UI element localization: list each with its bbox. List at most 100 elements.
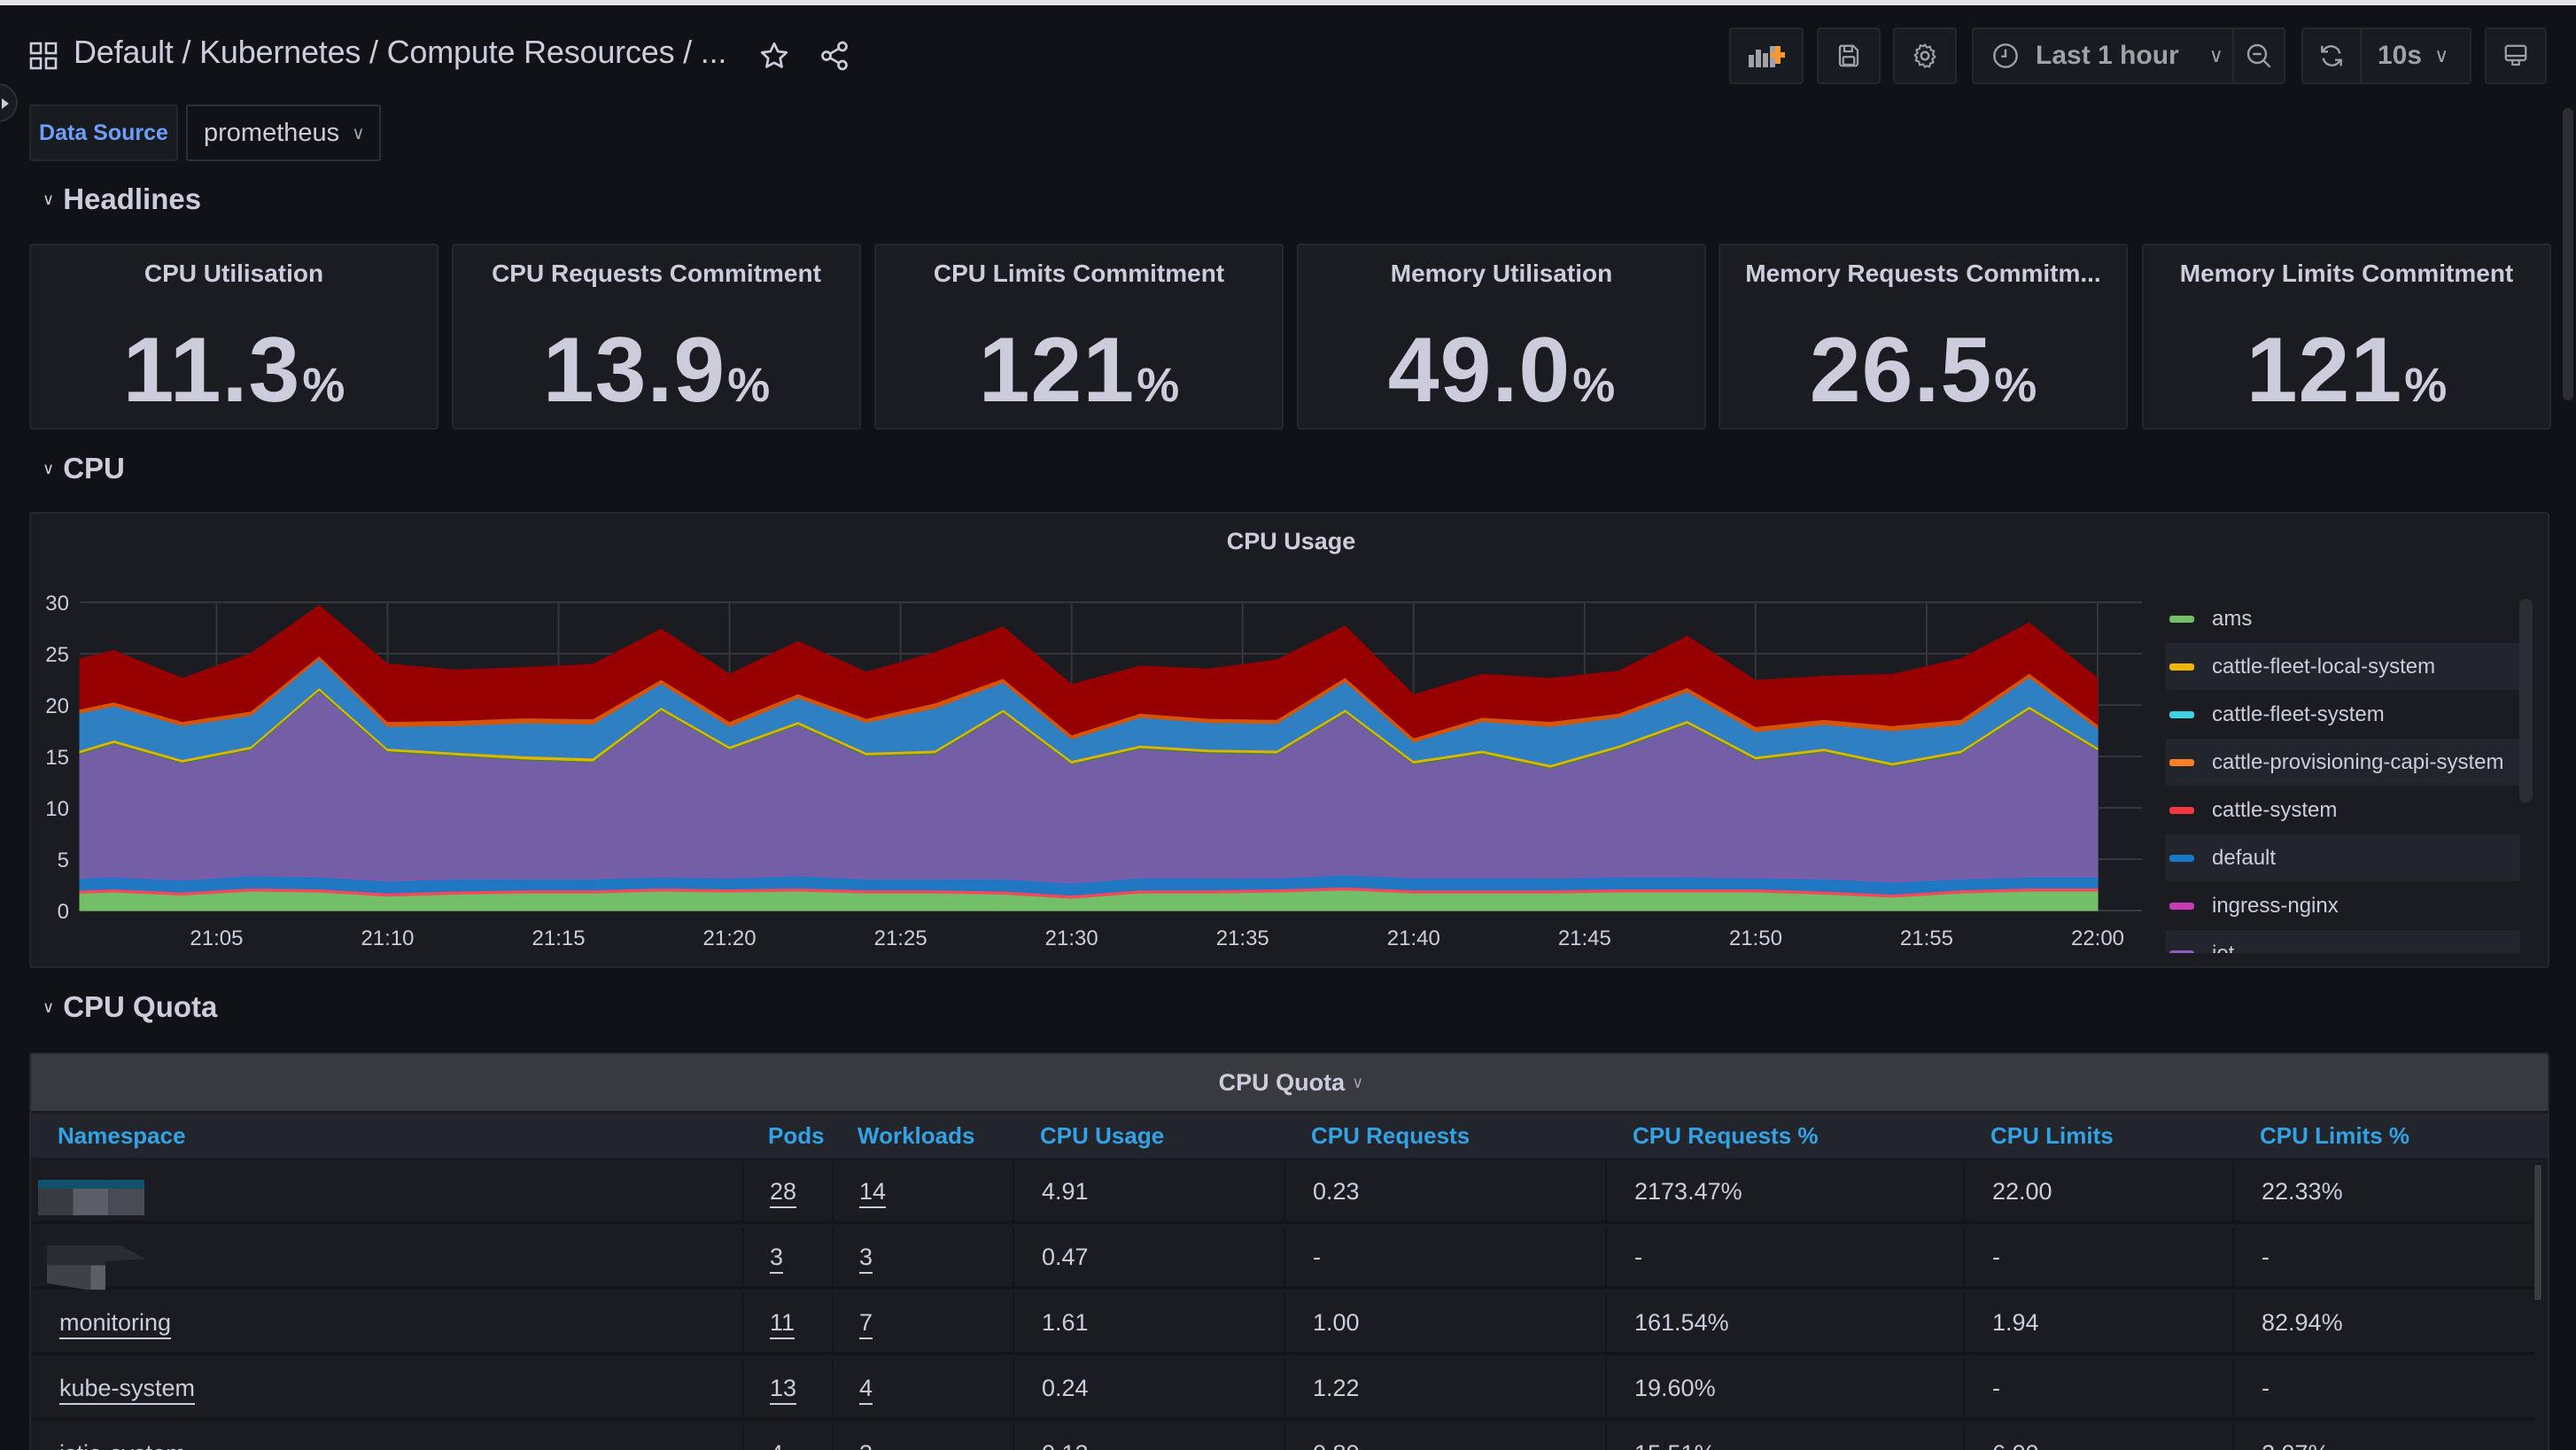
- y-tick-label: 30: [45, 592, 69, 616]
- x-tick-label: 21:50: [1729, 927, 1782, 950]
- column-divider: [832, 1162, 834, 1224]
- column-divider: [1605, 1228, 1607, 1290]
- cell-namespace[interactable]: istio-system: [59, 1440, 186, 1450]
- legend-label: ams: [2212, 606, 2253, 631]
- column-divider: [1013, 1424, 1014, 1450]
- x-tick-label: 21:30: [1045, 927, 1098, 950]
- column-divider: [1963, 1293, 1965, 1355]
- table-row: kube-system 13 4 0.24 1.22 19.60% - -: [31, 1359, 2534, 1421]
- column-divider: [1605, 1424, 1607, 1450]
- column-divider: [742, 1359, 744, 1421]
- cell-cpu-usage: 1.61: [1042, 1309, 1089, 1336]
- column-divider: [742, 1162, 744, 1224]
- y-tick-label: 10: [45, 797, 69, 821]
- cell-namespace[interactable]: monitoring: [59, 1309, 171, 1337]
- cell-workloads[interactable]: 3: [859, 1440, 873, 1450]
- column-divider: [2232, 1162, 2234, 1224]
- chevron-down-icon: ∨: [43, 997, 55, 1016]
- cell-cpu-requests: 0.80: [1313, 1440, 1360, 1450]
- column-divider: [832, 1424, 834, 1450]
- y-tick-label: 5: [58, 849, 69, 872]
- cell-cpu-limits: 1.94: [1992, 1309, 2039, 1336]
- cell-pods[interactable]: 11: [770, 1309, 795, 1337]
- cell-pods[interactable]: 3: [770, 1244, 783, 1271]
- redacted-namespace[interactable]: [38, 1180, 144, 1215]
- column-divider: [1284, 1424, 1285, 1450]
- cell-cpu-requests: -: [1313, 1244, 1321, 1270]
- column-divider: [1963, 1424, 1965, 1450]
- cell-workloads[interactable]: 14: [859, 1178, 886, 1206]
- legend-item-cattle-provisioning-capi-system[interactable]: cattle-provisioning-capi-system: [2166, 739, 2520, 786]
- legend-swatch-icon: [2169, 854, 2194, 862]
- cell-workloads[interactable]: 7: [859, 1309, 873, 1337]
- cell-cpu-limits-pct: -: [2262, 1244, 2270, 1270]
- column-divider: [1284, 1293, 1285, 1355]
- column-divider: [2232, 1359, 2234, 1421]
- page-scrollbar[interactable]: [2563, 108, 2573, 400]
- cell-cpu-requests: 0.23: [1313, 1178, 1360, 1205]
- legend-scrollbar[interactable]: [2519, 599, 2533, 803]
- x-tick-label: 21:05: [190, 927, 243, 950]
- cell-pods[interactable]: 4: [770, 1440, 783, 1450]
- legend-item-cattle-fleet-local-system[interactable]: cattle-fleet-local-system: [2166, 643, 2520, 690]
- column-header-cpu-usage[interactable]: CPU Usage: [1040, 1122, 1164, 1150]
- column-header-cpu-limits-pct[interactable]: CPU Limits %: [2260, 1122, 2409, 1150]
- legend-label: cattle-provisioning-capi-system: [2212, 749, 2504, 774]
- column-divider: [1963, 1359, 1965, 1421]
- column-header-cpu-requests[interactable]: CPU Requests: [1311, 1122, 1470, 1150]
- column-divider: [742, 1228, 744, 1290]
- column-divider: [742, 1293, 744, 1355]
- table-panel-header[interactable]: CPU Quota ∨: [31, 1054, 2548, 1111]
- legend-item-cattle-system[interactable]: cattle-system: [2166, 787, 2520, 834]
- column-divider: [1963, 1162, 1965, 1224]
- x-tick-label: 22:00: [2071, 927, 2124, 950]
- legend-item-cattle-fleet-system[interactable]: cattle-fleet-system: [2166, 691, 2520, 738]
- column-divider: [2232, 1293, 2234, 1355]
- y-tick-label: 0: [58, 900, 69, 924]
- cell-cpu-requests-pct: -: [1634, 1244, 1642, 1270]
- cell-pods[interactable]: 28: [770, 1178, 796, 1206]
- column-divider: [1284, 1228, 1285, 1290]
- legend-item-ingress-nginx[interactable]: ingress-nginx: [2166, 882, 2520, 929]
- legend-label: cattle-fleet-system: [2212, 702, 2385, 726]
- cell-cpu-requests-pct: 19.60%: [1634, 1375, 1716, 1401]
- legend-item-default[interactable]: default: [2166, 834, 2520, 881]
- column-divider: [2232, 1424, 2234, 1450]
- cell-cpu-limits: 22.00: [1992, 1178, 2052, 1205]
- legend-swatch-icon: [2169, 758, 2194, 766]
- row-cpu-quota[interactable]: ∨ CPU Quota: [43, 990, 217, 1024]
- table-header-row: Namespace Pods Workloads CPU Usage CPU R…: [31, 1113, 2548, 1158]
- column-header-cpu-requests-pct[interactable]: CPU Requests %: [1633, 1122, 1819, 1150]
- column-header-namespace[interactable]: Namespace: [58, 1122, 186, 1150]
- cell-workloads[interactable]: 4: [859, 1375, 873, 1402]
- chart-legend: ams cattle-fleet-local-system cattle-fleet…: [2166, 595, 2525, 953]
- column-header-workloads[interactable]: Workloads: [857, 1122, 974, 1150]
- legend-swatch-icon: [2169, 806, 2194, 814]
- x-tick-label: 21:35: [1216, 927, 1269, 950]
- x-tick-label: 21:45: [1558, 927, 1611, 950]
- row-cpu-quota-title: CPU Quota: [63, 990, 218, 1023]
- y-tick-label: 25: [45, 643, 69, 667]
- column-divider: [832, 1293, 834, 1355]
- legend-label: cattle-system: [2212, 797, 2338, 822]
- legend-label: ingress-nginx: [2212, 893, 2339, 918]
- column-header-pods[interactable]: Pods: [768, 1122, 825, 1150]
- column-divider: [1605, 1359, 1607, 1421]
- cell-cpu-limits-pct: -: [2262, 1375, 2270, 1401]
- x-tick-label: 21:15: [532, 927, 586, 950]
- table-panel-title: CPU Quota: [1218, 1068, 1346, 1096]
- cell-cpu-requests-pct: 2173.47%: [1634, 1178, 1742, 1205]
- legend-swatch-icon: [2169, 615, 2194, 623]
- cell-pods[interactable]: 13: [770, 1375, 796, 1402]
- column-divider: [1605, 1293, 1607, 1355]
- table-scrollbar[interactable]: [2533, 1164, 2542, 1301]
- legend-swatch-icon: [2169, 710, 2194, 718]
- cell-namespace[interactable]: kube-system: [59, 1375, 195, 1402]
- column-header-cpu-limits[interactable]: CPU Limits: [1990, 1122, 2114, 1150]
- legend-item-ams[interactable]: ams: [2166, 595, 2520, 642]
- cell-workloads[interactable]: 3: [859, 1244, 873, 1271]
- column-divider: [1013, 1359, 1014, 1421]
- legend-item-iot[interactable]: iot: [2166, 930, 2520, 953]
- cpu-quota-table-panel: CPU Quota ∨ Namespace Pods Workloads CPU…: [29, 1052, 2549, 1450]
- redacted-namespace[interactable]: [47, 1245, 144, 1290]
